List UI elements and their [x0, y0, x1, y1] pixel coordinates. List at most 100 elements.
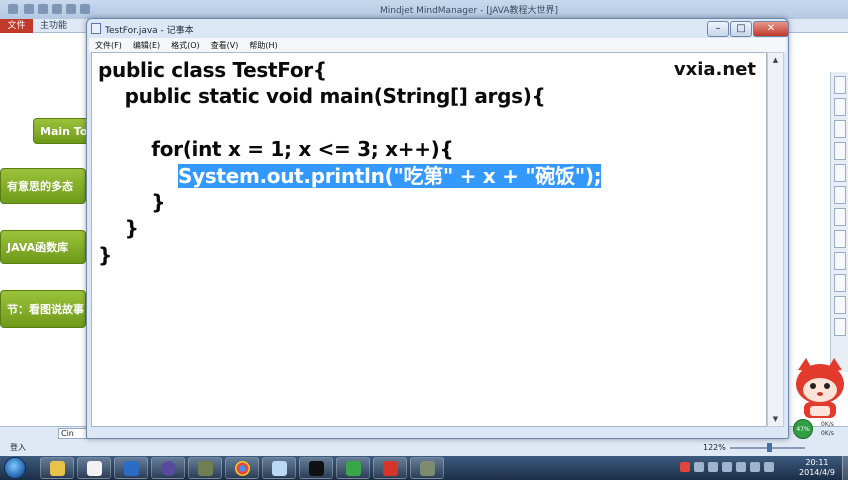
start-button[interactable]: [4, 457, 26, 479]
side-tab[interactable]: [833, 186, 846, 204]
scroll-down-icon[interactable]: ▼: [769, 412, 782, 426]
notepad-titlebar[interactable]: TestFor.java - 记事本 – □ ✕: [87, 19, 789, 38]
side-tab[interactable]: [833, 142, 846, 160]
notepad-icon: [272, 461, 287, 476]
side-tab[interactable]: [833, 76, 846, 94]
fox-mascot-icon[interactable]: [792, 356, 848, 422]
zoom-slider-thumb[interactable]: [767, 443, 772, 452]
mindmanager-titlebar: Mindjet MindManager - [JAVA教程大世界]: [0, 0, 848, 19]
side-tab[interactable]: [833, 274, 846, 292]
scroll-up-icon[interactable]: ▲: [769, 53, 782, 67]
text-editor[interactable]: vxia.net public class TestFor{ public st…: [91, 52, 767, 427]
tab-main[interactable]: 主功能: [40, 20, 67, 32]
menu-format[interactable]: 格式(O): [165, 38, 205, 52]
topic-label: 节：看图说故事: [7, 303, 84, 316]
folder-icon: [50, 461, 65, 476]
code-line: }: [98, 242, 112, 267]
undo-icon[interactable]: [80, 4, 90, 14]
topic-picture-story[interactable]: 节：看图说故事: [0, 290, 86, 328]
code-line: public class TestFor{: [98, 58, 327, 82]
picture-icon: [198, 461, 213, 476]
taskbar-app-media[interactable]: [77, 457, 111, 479]
save-icon[interactable]: [52, 4, 62, 14]
taskbar-app-picture[interactable]: [188, 457, 222, 479]
code-text: public class TestFor{ public static void…: [98, 57, 602, 268]
tray-app-icon[interactable]: [708, 462, 718, 472]
side-tab[interactable]: [833, 98, 846, 116]
close-button[interactable]: ✕: [753, 21, 789, 37]
topic-label: Main To: [40, 124, 88, 138]
taskbar-app-shield[interactable]: [336, 457, 370, 479]
notepad-title: TestFor.java - 记事本: [105, 26, 194, 36]
taskbar-app-explorer[interactable]: [40, 457, 74, 479]
menu-help[interactable]: 帮助(H): [243, 38, 282, 52]
taskbar-app-outlook[interactable]: [114, 457, 148, 479]
taskbar-app-video[interactable]: [410, 457, 444, 479]
side-tab[interactable]: [833, 296, 846, 314]
eclipse-icon: [161, 461, 176, 476]
outlook-icon: [124, 461, 139, 476]
clock-time[interactable]: 20:11: [792, 458, 842, 467]
side-tab[interactable]: [833, 164, 846, 182]
network-meter: 47% 0K/s 0K/s: [791, 418, 848, 440]
code-line: System.out.println("吃第" + x + "碗饭");: [98, 163, 602, 189]
taskbar-app-chrome[interactable]: [225, 457, 259, 479]
tray-app-icon[interactable]: [680, 462, 690, 472]
maximize-button[interactable]: □: [730, 21, 752, 37]
open-icon[interactable]: [38, 4, 48, 14]
show-desktop-button[interactable]: [842, 456, 848, 480]
topic-java-library[interactable]: JAVA函数库: [0, 230, 86, 264]
code-line: public static void main(String[] args){: [98, 84, 546, 109]
menu-file[interactable]: 文件(F): [89, 38, 127, 52]
media-icon: [87, 461, 102, 476]
side-tab[interactable]: [833, 252, 846, 270]
clock-date[interactable]: 2014/4/9: [792, 468, 842, 477]
terminal-icon: [309, 461, 324, 476]
taskbar-app-eclipse[interactable]: [151, 457, 185, 479]
topic-label: 有意思的多态: [7, 180, 73, 193]
side-tab[interactable]: [833, 230, 846, 248]
menu-view[interactable]: 查看(V): [205, 38, 244, 52]
volume-icon[interactable]: [764, 462, 774, 472]
minimize-button[interactable]: –: [707, 21, 729, 37]
watermark-text: vxia.net: [673, 59, 756, 80]
selected-text: System.out.println("吃第" + x + "碗饭");: [177, 163, 602, 188]
status-text: 登入: [10, 443, 26, 452]
shield-icon: [346, 461, 361, 476]
tray-app-icon[interactable]: [736, 462, 746, 472]
notepad-icon: [91, 23, 101, 34]
mindmanager-icon: [383, 461, 398, 476]
tray-app-icon[interactable]: [694, 462, 704, 472]
network-percent: 47%: [793, 419, 813, 439]
menu-edit[interactable]: 编辑(E): [127, 38, 165, 52]
print-icon[interactable]: [66, 4, 76, 14]
window-title: Mindjet MindManager - [JAVA教程大世界]: [380, 6, 559, 16]
network-icon[interactable]: [750, 462, 760, 472]
taskbar-app-mindmanager[interactable]: [373, 457, 407, 479]
topic-polymorphism[interactable]: 有意思的多态: [0, 168, 86, 204]
zoom-level: 122%: [703, 443, 726, 452]
side-tab[interactable]: [833, 120, 846, 138]
side-tab[interactable]: [833, 318, 846, 336]
system-tray: [676, 459, 786, 477]
resize-grip[interactable]: [767, 427, 784, 437]
side-tab[interactable]: [833, 208, 846, 226]
chrome-icon: [235, 461, 250, 476]
app-logo-icon[interactable]: [8, 4, 18, 14]
download-speed: 0K/s: [821, 430, 834, 437]
topic-main[interactable]: Main To: [33, 118, 93, 144]
video-icon: [420, 461, 435, 476]
new-icon[interactable]: [24, 4, 34, 14]
taskbar-app-cmd[interactable]: [299, 457, 333, 479]
menu-bar: 文件(F) 编辑(E) 格式(O) 查看(V) 帮助(H): [89, 38, 786, 52]
taskbar-app-notepad[interactable]: [262, 457, 296, 479]
file-tab[interactable]: 文件: [0, 19, 33, 33]
code-line: }: [98, 216, 139, 241]
vertical-scrollbar[interactable]: ▲ ▼: [767, 52, 784, 427]
tray-app-icon[interactable]: [722, 462, 732, 472]
code-line: }: [98, 189, 166, 214]
side-task-pane-tabs: [830, 72, 848, 372]
notepad-window: TestFor.java - 记事本 – □ ✕ 文件(F) 编辑(E) 格式(…: [86, 18, 789, 439]
